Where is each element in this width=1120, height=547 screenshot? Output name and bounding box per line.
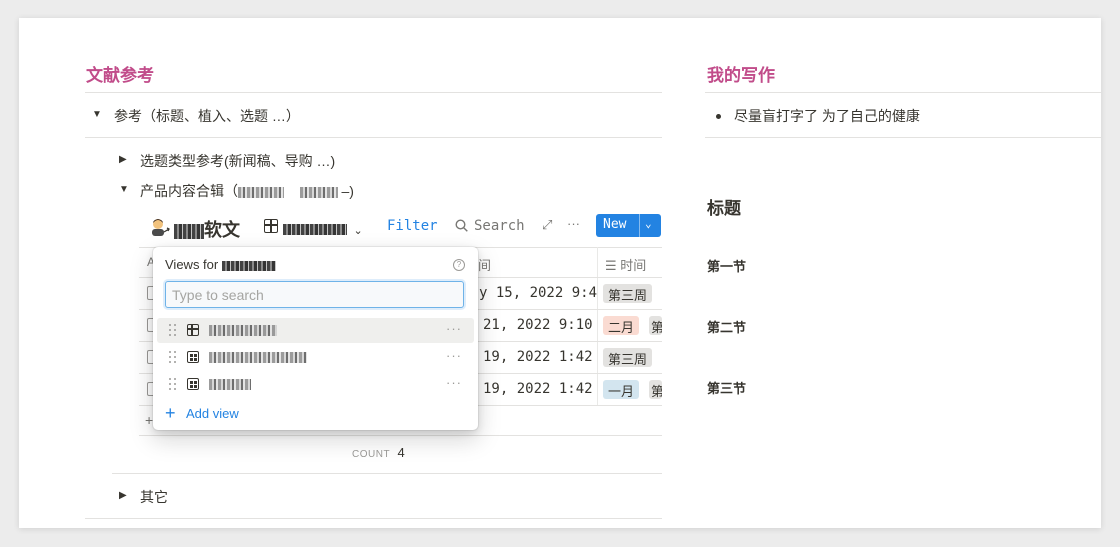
redacted-text <box>221 260 276 271</box>
chevron-down-icon[interactable]: ⌄ <box>645 217 652 230</box>
references-heading: 文献参考 <box>86 66 154 85</box>
database-title[interactable]: 软文 <box>174 216 240 242</box>
popup-title: Views for <box>165 257 276 272</box>
more-options-icon[interactable]: ··· <box>446 375 462 390</box>
divider <box>85 518 662 519</box>
drag-handle-icon[interactable] <box>169 323 177 337</box>
view-selector[interactable]: ⌄ <box>283 221 363 239</box>
count-label: COUNT <box>352 449 391 460</box>
column-header-time-label: 时间 <box>620 258 647 273</box>
count-summary[interactable]: COUNT 4 <box>352 444 405 462</box>
table-view-icon <box>187 324 199 336</box>
section-heading[interactable]: 第三节 <box>707 378 746 397</box>
expand-icon[interactable]: ⤢ <box>542 217 552 233</box>
column-header-date[interactable]: 间 <box>478 255 491 274</box>
time-tag: 一月 <box>603 380 640 399</box>
drag-handle-icon[interactable] <box>169 377 177 391</box>
table-border <box>139 435 662 436</box>
date-cell: y 15, 2022 9:4 <box>479 285 598 301</box>
count-value: 4 <box>397 445 405 460</box>
view-item[interactable]: ··· <box>157 318 474 343</box>
help-icon[interactable]: ? <box>453 259 465 271</box>
list-icon: ☰ <box>605 258 617 273</box>
time-tag: 二月 <box>603 316 640 335</box>
toggle-product-prefix: 产品内容合辑（ <box>140 183 238 199</box>
section-heading[interactable]: 第二节 <box>707 317 746 336</box>
board-view-icon <box>187 351 199 363</box>
redacted-text <box>209 325 277 336</box>
popup-title-prefix: Views for <box>165 257 219 272</box>
time-tag: 第三周 <box>603 284 653 303</box>
notion-page: 文献参考 ▼ 参考（标题、植入、选题 …） ▶ 选题类型参考(新闻稿、导购 …)… <box>19 18 1101 528</box>
divider <box>705 92 1101 93</box>
divider <box>85 92 662 93</box>
date-cell: 21, 2022 9:10 <box>483 317 593 333</box>
views-popup: Views for ? ··· ··· ··· + Add view <box>153 247 478 430</box>
redacted-text <box>283 224 347 236</box>
redacted-text <box>209 352 307 363</box>
toggle-closed-icon[interactable]: ▶ <box>119 154 127 165</box>
views-search-input[interactable] <box>165 281 464 308</box>
filter-button[interactable]: Filter <box>387 218 438 234</box>
writing-heading: 我的写作 <box>707 66 775 85</box>
divider <box>85 137 662 138</box>
toggle-product-label[interactable]: 产品内容合辑（ –) <box>140 181 354 201</box>
redacted-text <box>174 223 204 239</box>
time-tag: 第三周 <box>603 348 653 367</box>
date-cell: 19, 2022 1:42 <box>483 349 593 365</box>
redacted-text <box>238 186 284 198</box>
toggle-other-label[interactable]: 其它 <box>140 487 168 507</box>
time-tag-cut: 第 <box>649 380 662 399</box>
table-view-icon[interactable] <box>264 219 278 233</box>
title-heading[interactable]: 标题 <box>707 194 741 219</box>
redacted-text <box>299 186 338 198</box>
add-row-icon[interactable]: + <box>145 412 153 428</box>
redacted-text <box>209 379 251 390</box>
more-options-icon[interactable]: ··· <box>567 216 580 231</box>
toggle-main-label[interactable]: 参考（标题、植入、选题 …） <box>114 106 300 126</box>
board-view-icon <box>187 378 199 390</box>
search-button[interactable]: Search <box>474 218 525 234</box>
toggle-closed-icon[interactable]: ▶ <box>119 490 127 501</box>
plus-icon: + <box>165 403 176 423</box>
divider <box>705 137 1101 138</box>
chevron-down-icon: ⌄ <box>353 225 363 237</box>
add-view-button[interactable]: + Add view <box>165 403 239 423</box>
view-item[interactable]: ··· <box>157 372 474 397</box>
date-cell: 19, 2022 1:42 <box>483 381 593 397</box>
bullet-text[interactable]: 尽量盲打字了 为了自己的健康 <box>734 106 920 126</box>
drag-handle-icon[interactable] <box>169 350 177 364</box>
more-options-icon[interactable]: ··· <box>446 321 462 336</box>
search-icon[interactable] <box>455 219 468 232</box>
toggle-open-icon[interactable]: ▼ <box>92 109 102 120</box>
new-button-label: New <box>603 217 627 232</box>
database-title-suffix: 软文 <box>204 220 240 240</box>
view-item[interactable]: ··· <box>157 345 474 370</box>
button-divider <box>639 214 640 237</box>
add-view-label: Add view <box>185 406 239 421</box>
toggle-topic-label[interactable]: 选题类型参考(新闻稿、导购 …) <box>140 151 335 171</box>
divider <box>112 473 662 474</box>
bullet-icon <box>716 114 721 119</box>
time-tag-cut: 第 <box>649 316 662 335</box>
more-options-icon[interactable]: ··· <box>446 348 462 363</box>
toggle-product-suffix: –) <box>341 183 354 199</box>
toggle-open-icon[interactable]: ▼ <box>119 184 129 195</box>
person-emoji-icon <box>149 216 171 238</box>
new-button[interactable]: New ⌄ <box>596 214 661 237</box>
column-header-time[interactable]: ☰ 时间 <box>605 255 646 274</box>
section-heading[interactable]: 第一节 <box>707 256 746 275</box>
